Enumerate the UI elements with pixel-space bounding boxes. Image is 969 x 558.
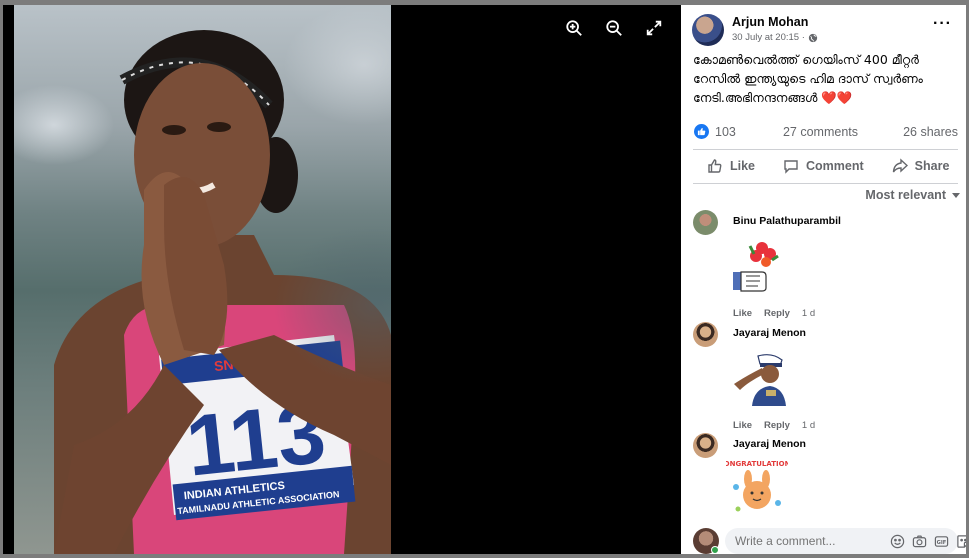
zoom-out-icon[interactable] — [605, 19, 623, 37]
post-panel: Arjun Mohan 30 July at 20:15 · ··· കോമൺവ… — [681, 5, 966, 554]
fullscreen-icon[interactable] — [645, 19, 663, 37]
comment-label: Comment — [806, 159, 864, 173]
more-options-icon[interactable]: ··· — [933, 16, 952, 32]
like-label: Like — [730, 159, 756, 173]
post-text: കോമൺവെൽത്ത് ഗെയിംസ് 400 മീറ്റർ റേസിൽ ഇന്… — [693, 50, 959, 107]
composer-icons: GIF — [890, 534, 966, 549]
svg-text:CONGRATULATIONS: CONGRATULATIONS — [726, 460, 788, 468]
share-label: Share — [914, 159, 950, 173]
post-timestamp[interactable]: 30 July at 20:15 · — [732, 32, 805, 43]
comment-item: Jayaraj Menon Like Reply 1 d — [693, 322, 958, 432]
commenter-avatar[interactable] — [693, 322, 718, 347]
commenter-name[interactable]: Jayaraj Menon — [733, 438, 806, 450]
comment-reply-link[interactable]: Reply — [764, 420, 790, 431]
online-status-dot — [711, 546, 719, 554]
post-text-body: കോമൺവെൽത്ത് ഗെയിംസ് 400 മീറ്റർ റേസിൽ ഇന്… — [693, 52, 923, 105]
salute-sticker — [734, 354, 786, 406]
photo-viewer: 113 SN INDIAN ATHLETICS TAMILNADU ATHLET… — [3, 5, 681, 554]
comment-item: Jayaraj Menon CONGRATULATIONS — [693, 433, 958, 523]
comment-composer: GIF — [693, 526, 966, 554]
post-actions: Like Comment Share — [693, 152, 958, 180]
zoom-in-icon[interactable] — [565, 19, 583, 37]
comment-actions: Like Reply 1 d — [733, 420, 815, 431]
share-icon — [892, 158, 908, 173]
author-name[interactable]: Arjun Mohan — [732, 15, 808, 29]
comment-reply-link[interactable]: Reply — [764, 308, 790, 319]
divider — [693, 149, 958, 150]
commenter-name[interactable]: Binu Palathuparambil — [733, 215, 841, 227]
share-count[interactable]: 26 shares — [903, 125, 958, 139]
comment-button[interactable]: Comment — [769, 152, 878, 180]
comment-like-link[interactable]: Like — [733, 420, 752, 431]
comment-sort-dropdown[interactable]: Most relevant — [865, 188, 960, 202]
window-frame: 113 SN INDIAN ATHLETICS TAMILNADU ATHLET… — [0, 0, 969, 558]
viewer-toolbar — [565, 19, 663, 37]
commenter-avatar[interactable] — [693, 210, 718, 235]
comment-icon — [784, 160, 798, 174]
post-header: Arjun Mohan 30 July at 20:15 · ··· — [692, 14, 956, 48]
gif-icon[interactable]: GIF — [934, 534, 949, 549]
congratulations-sticker: CONGRATULATIONS — [726, 460, 788, 512]
commenter-name[interactable]: Jayaraj Menon — [733, 327, 806, 339]
reaction-count[interactable]: 103 — [715, 125, 736, 139]
post-meta: 30 July at 20:15 · — [732, 32, 818, 43]
caret-down-icon — [952, 192, 960, 198]
comment-time[interactable]: 1 d — [802, 308, 815, 319]
post-photo[interactable]: 113 SN INDIAN ATHLETICS TAMILNADU ATHLET… — [14, 5, 391, 554]
like-button[interactable]: Like — [693, 152, 769, 180]
like-reaction-icon — [694, 124, 709, 139]
author-avatar[interactable] — [692, 14, 724, 46]
comment-box[interactable]: GIF — [725, 528, 966, 554]
emoji-icon[interactable] — [890, 534, 905, 549]
camera-icon[interactable] — [912, 534, 927, 549]
comment-count[interactable]: 27 comments — [783, 125, 858, 139]
reactions-bar: 103 27 comments 26 shares — [694, 123, 958, 141]
comment-item: Binu Palathuparambil Like Reply 1 d — [693, 210, 958, 320]
comment-input[interactable] — [735, 534, 890, 548]
svg-text:GIF: GIF — [937, 539, 947, 545]
sort-label: Most relevant — [865, 188, 946, 202]
flowers-like-sticker — [733, 242, 779, 292]
comment-actions: Like Reply 1 d — [733, 308, 815, 319]
comment-time[interactable]: 1 d — [802, 420, 815, 431]
globe-icon — [808, 33, 818, 42]
divider — [693, 183, 958, 184]
comment-like-link[interactable]: Like — [733, 308, 752, 319]
heart-emoji: ❤️❤️ — [821, 90, 853, 105]
thumbs-up-icon — [708, 159, 722, 173]
sticker-icon[interactable] — [956, 534, 966, 549]
share-button[interactable]: Share — [878, 152, 964, 180]
commenter-avatar[interactable] — [693, 433, 718, 458]
